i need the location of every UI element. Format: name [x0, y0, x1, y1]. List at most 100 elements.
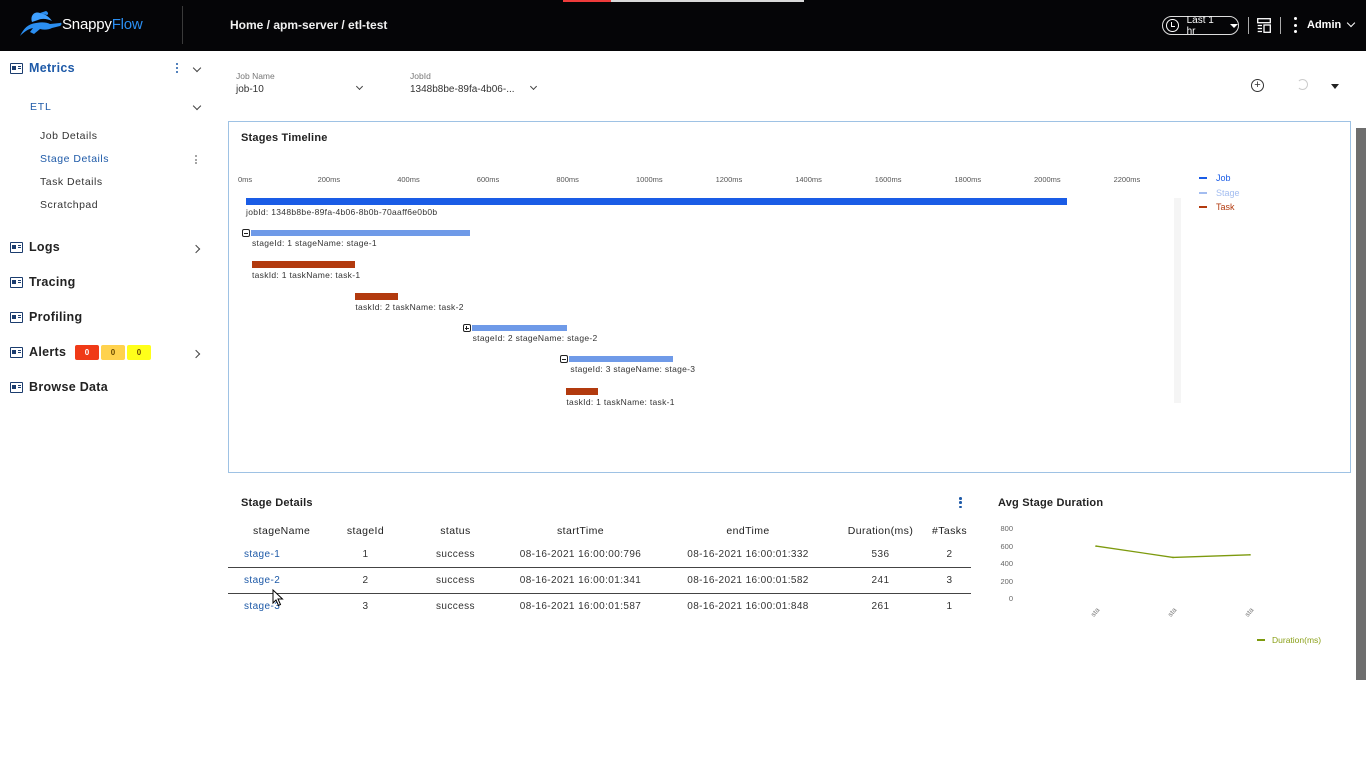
column-header[interactable]: stageId [318, 520, 413, 542]
legend-item-job[interactable]: Job [1199, 173, 1231, 183]
column-header[interactable]: stageName [228, 520, 318, 542]
snappyflow-logo[interactable]: SnappyFlow [16, 10, 143, 38]
sidebar-item-browse-data[interactable]: Browse Data [10, 380, 108, 394]
metrics-icon [10, 62, 23, 74]
stage-details-table: stageName stageId status startTime endTi… [228, 520, 971, 619]
column-header[interactable]: status [413, 520, 498, 542]
chevron-down-icon [1346, 18, 1356, 28]
header-separator [1280, 17, 1281, 34]
timeline-tick-label: 0ms [238, 175, 253, 184]
time-range-selector[interactable]: Last 1 hr [1162, 15, 1239, 37]
alert-count-badges: 0 0 0 [75, 345, 151, 360]
sidebar-item-label: Tracing [29, 275, 76, 289]
legend-item-task[interactable]: Task [1199, 202, 1235, 212]
column-header[interactable]: endTime [663, 520, 833, 542]
user-menu[interactable]: Admin [1307, 18, 1356, 31]
timeline-title: Stages Timeline [241, 132, 328, 144]
column-header[interactable]: startTime [498, 520, 663, 542]
data-point[interactable] [1249, 554, 1251, 556]
legend-item-stage[interactable]: Stage [1199, 188, 1240, 198]
timeline-stage-bar[interactable] [471, 325, 568, 331]
alert-badge-minor[interactable]: 0 [127, 345, 151, 360]
sidebar-item-profiling[interactable]: Profiling [10, 310, 82, 324]
job-name-value: job-10 [236, 84, 264, 95]
status-cell: success [436, 600, 475, 612]
timeline-job-label: jobId: 1348b8be-89fa-4b06-8b0b-70aaff6e0… [246, 207, 438, 217]
legend-swatch [1199, 191, 1207, 194]
duration-cell: 536 [871, 549, 890, 560]
legend-label: Task [1216, 202, 1235, 212]
sidebar-item-logs[interactable]: Logs [10, 240, 60, 254]
top-bar: SnappyFlow Home / apm-server / etl-test … [0, 0, 1366, 51]
timeline-scrollbar[interactable] [1174, 198, 1181, 403]
sidebar-item-alerts[interactable]: Alerts [10, 345, 66, 359]
mouse-cursor-icon [272, 589, 284, 607]
end-time-cell: 08-16-2021 16:00:01:848 [687, 600, 809, 612]
table-row[interactable]: stage-2 2 success 08-16-2021 16:00:01:34… [228, 567, 971, 594]
page-scrollbar-thumb[interactable] [1356, 128, 1366, 680]
refresh-icon[interactable] [1297, 79, 1308, 90]
loading-progress-fill [563, 0, 612, 2]
tracing-icon [10, 276, 23, 288]
start-time-cell: 08-16-2021 16:00:01:341 [498, 567, 663, 594]
expand-toggle-icon[interactable] [462, 324, 471, 332]
timeline-stage-label: stageId: 3 stageName: stage-3 [570, 364, 696, 374]
timeline-task-bar[interactable] [566, 388, 598, 395]
collapse-toggle-icon[interactable] [560, 355, 569, 363]
y-tick-label: 0 [1008, 594, 1013, 603]
timeline-task-bar[interactable] [355, 293, 399, 300]
y-tick-label: 200 [1000, 576, 1013, 586]
tasks-cell: 3 [928, 567, 971, 594]
timeline-stage-bar[interactable] [569, 356, 674, 362]
breadcrumb[interactable]: Home / apm-server / etl-test [230, 18, 387, 32]
dropdown-arrow-icon[interactable] [1331, 84, 1339, 89]
stage-details-more-icon[interactable] [195, 155, 198, 164]
timeline-tick-label: 2200ms [1113, 175, 1141, 184]
sidebar-item-job-details[interactable]: Job Details [40, 130, 97, 142]
start-time-cell: 08-16-2021 16:00:00:796 [519, 549, 642, 560]
more-options-icon[interactable] [1293, 17, 1297, 33]
sidebar-item-etl[interactable]: ETL [30, 101, 52, 113]
table-row[interactable]: stage-1 1 success 08-16-2021 16:00:00:79… [228, 542, 971, 568]
timeline-task-bar[interactable] [251, 261, 356, 268]
dashboard-layout-icon[interactable] [1257, 18, 1271, 33]
end-time-cell: 08-16-2021 16:00:01:582 [663, 567, 833, 594]
metrics-more-icon[interactable] [176, 63, 179, 73]
job-id-select[interactable]: JobId 1348b8be-89fa-4b06-... [410, 71, 540, 95]
avg-stage-duration-chart [1095, 545, 1251, 559]
legend-label: Stage [1216, 187, 1240, 198]
timeline-tick-label: 1600ms [874, 175, 902, 184]
timeline-task-label: taskId: 2 taskName: task-2 [355, 302, 464, 312]
alerts-icon [10, 346, 23, 358]
sidebar-item-tracing[interactable]: Tracing [10, 275, 76, 289]
table-more-icon[interactable] [959, 497, 962, 508]
timeline-stage-bar[interactable] [251, 230, 470, 236]
legend-swatch [1257, 639, 1265, 641]
sidebar-item-stage-details[interactable]: Stage Details [40, 153, 109, 165]
stage-name-link[interactable]: stage-1 [228, 542, 318, 568]
series-line-duration[interactable] [1095, 545, 1251, 559]
y-tick-label: 400 [1000, 559, 1013, 568]
avg-stage-duration-title: Avg Stage Duration [998, 497, 1104, 509]
add-icon[interactable]: + [1251, 79, 1264, 92]
column-header[interactable]: #Tasks [928, 520, 971, 542]
data-point[interactable] [1172, 556, 1174, 559]
sidebar-item-scratchpad[interactable]: Scratchpad [40, 199, 98, 211]
tasks-cell: 1 [946, 600, 953, 612]
column-header[interactable]: Duration(ms) [833, 520, 928, 542]
collapse-toggle-icon[interactable] [242, 229, 250, 237]
sidebar-item-metrics[interactable]: Metrics [10, 61, 75, 75]
alert-badge-critical[interactable]: 0 [75, 345, 99, 360]
rabbit-logo-icon [20, 11, 62, 36]
timeline-job-bar[interactable] [246, 198, 1067, 205]
start-time-cell: 08-16-2021 16:00:01:587 [519, 600, 642, 612]
sidebar-item-task-details[interactable]: Task Details [40, 176, 103, 188]
table-row[interactable]: stage-3 3 success 08-16-2021 16:00:01:58… [228, 593, 971, 619]
data-point[interactable] [1095, 545, 1097, 547]
timeline-stage-label: stageId: 1 stageName: stage-1 [252, 238, 377, 248]
chart-legend[interactable]: Duration(ms) [1257, 635, 1321, 645]
job-name-select[interactable]: Job Name job-10 [236, 71, 366, 95]
status-cell: success [436, 549, 475, 560]
alert-badge-major[interactable]: 0 [101, 345, 125, 360]
timeline-tick-label: 600ms [476, 175, 500, 184]
